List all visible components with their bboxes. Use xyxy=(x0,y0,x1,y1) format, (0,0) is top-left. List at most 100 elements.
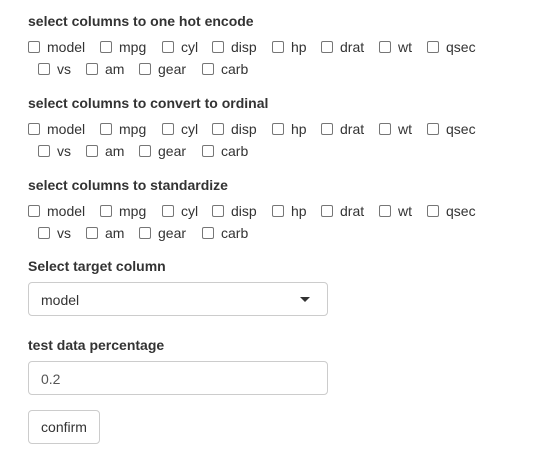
checkbox-label: vs xyxy=(57,61,71,77)
checkbox-box[interactable] xyxy=(427,41,439,53)
onehot-checkbox-drat[interactable]: drat xyxy=(321,38,364,56)
onehot-checkbox-hp[interactable]: hp xyxy=(272,38,307,56)
checkbox-box[interactable] xyxy=(272,123,284,135)
ordinal-checkbox-cyl[interactable]: cyl xyxy=(162,120,198,138)
onehot-checkbox-model[interactable]: model xyxy=(28,38,85,56)
checkbox-box[interactable] xyxy=(38,227,50,239)
ordinal-checkbox-disp[interactable]: disp xyxy=(212,120,257,138)
onehot-checkbox-am[interactable]: am xyxy=(86,60,124,78)
checkbox-label: cyl xyxy=(181,39,199,55)
checkbox-box[interactable] xyxy=(212,205,224,217)
standardize-checkbox-drat[interactable]: drat xyxy=(321,202,364,220)
checkbox-box[interactable] xyxy=(28,41,40,53)
onehot-checkbox-cyl[interactable]: cyl xyxy=(162,38,198,56)
standardize-checkbox-wt[interactable]: wt xyxy=(379,202,412,220)
onehot-row-1: model mpg cyl disp hp drat wt qsec xyxy=(28,38,508,56)
standardize-group: select columns to standardize model mpg … xyxy=(28,177,528,247)
ordinal-checkbox-am[interactable]: am xyxy=(86,142,124,160)
ordinal-checkbox-gear[interactable]: gear xyxy=(139,142,186,160)
ordinal-checkbox-drat[interactable]: drat xyxy=(321,120,364,138)
checkbox-label: disp xyxy=(231,39,257,55)
checkbox-label: qsec xyxy=(446,203,476,219)
standardize-row-2: vs am gear carb xyxy=(38,224,278,242)
onehot-checkbox-disp[interactable]: disp xyxy=(212,38,257,56)
checkbox-box[interactable] xyxy=(379,205,391,217)
checkbox-label: carb xyxy=(221,61,249,77)
checkbox-box[interactable] xyxy=(86,227,98,239)
checkbox-box[interactable] xyxy=(100,41,112,53)
checkbox-box[interactable] xyxy=(321,205,333,217)
checkbox-box[interactable] xyxy=(212,41,224,53)
ordinal-checkbox-carb[interactable]: carb xyxy=(202,142,248,160)
onehot-checkbox-carb[interactable]: carb xyxy=(202,60,248,78)
standardize-label: select columns to standardize xyxy=(28,177,228,193)
target-column-select[interactable]: model xyxy=(28,282,328,316)
checkbox-label: model xyxy=(47,203,86,219)
standardize-checkbox-disp[interactable]: disp xyxy=(212,202,257,220)
standardize-checkbox-carb[interactable]: carb xyxy=(202,224,248,242)
standardize-checkbox-am[interactable]: am xyxy=(86,224,124,242)
checkbox-box[interactable] xyxy=(162,123,174,135)
checkbox-box[interactable] xyxy=(321,41,333,53)
ordinal-row-2: vs am gear carb xyxy=(38,142,278,160)
onehot-checkbox-vs[interactable]: vs xyxy=(38,60,71,78)
checkbox-box[interactable] xyxy=(38,63,50,75)
ordinal-checkbox-model[interactable]: model xyxy=(28,120,85,138)
checkbox-box[interactable] xyxy=(38,145,50,157)
checkbox-label: wt xyxy=(398,121,412,137)
checkbox-box[interactable] xyxy=(28,123,40,135)
checkbox-label: qsec xyxy=(446,121,476,137)
ordinal-checkbox-wt[interactable]: wt xyxy=(379,120,412,138)
onehot-checkbox-mpg[interactable]: mpg xyxy=(100,38,146,56)
checkbox-label: gear xyxy=(158,143,187,159)
ordinal-checkbox-hp[interactable]: hp xyxy=(272,120,307,138)
ordinal-checkbox-mpg[interactable]: mpg xyxy=(100,120,146,138)
standardize-checkbox-gear[interactable]: gear xyxy=(139,224,186,242)
checkbox-box[interactable] xyxy=(202,145,214,157)
checkbox-box[interactable] xyxy=(202,227,214,239)
confirm-button-label: confirm xyxy=(41,419,87,435)
confirm-button[interactable]: confirm xyxy=(28,410,100,444)
standardize-checkbox-hp[interactable]: hp xyxy=(272,202,307,220)
checkbox-box[interactable] xyxy=(100,123,112,135)
checkbox-box[interactable] xyxy=(139,227,151,239)
checkbox-label: gear xyxy=(158,225,187,241)
onehot-row-2: vs am gear carb xyxy=(38,60,278,78)
standardize-checkbox-mpg[interactable]: mpg xyxy=(100,202,146,220)
checkbox-box[interactable] xyxy=(86,63,98,75)
checkbox-box[interactable] xyxy=(321,123,333,135)
standardize-checkbox-vs[interactable]: vs xyxy=(38,224,71,242)
checkbox-box[interactable] xyxy=(202,63,214,75)
onehot-label: select columns to one hot encode xyxy=(28,13,254,29)
onehot-checkbox-wt[interactable]: wt xyxy=(379,38,412,56)
checkbox-box[interactable] xyxy=(100,205,112,217)
checkbox-box[interactable] xyxy=(379,41,391,53)
standardize-checkbox-qsec[interactable]: qsec xyxy=(427,202,476,220)
onehot-checkbox-qsec[interactable]: qsec xyxy=(427,38,476,56)
checkbox-label: wt xyxy=(398,203,412,219)
ordinal-checkbox-qsec[interactable]: qsec xyxy=(427,120,476,138)
target-column-value: model xyxy=(41,292,80,308)
test-percentage-input[interactable]: 0.2 xyxy=(28,361,328,395)
checkbox-box[interactable] xyxy=(139,145,151,157)
checkbox-box[interactable] xyxy=(162,41,174,53)
checkbox-label: mpg xyxy=(119,39,147,55)
standardize-checkbox-model[interactable]: model xyxy=(28,202,85,220)
ordinal-row-1: model mpg cyl disp hp drat wt qsec xyxy=(28,120,508,138)
checkbox-box[interactable] xyxy=(379,123,391,135)
checkbox-box[interactable] xyxy=(272,205,284,217)
checkbox-box[interactable] xyxy=(427,123,439,135)
checkbox-box[interactable] xyxy=(427,205,439,217)
standardize-checkbox-cyl[interactable]: cyl xyxy=(162,202,198,220)
ordinal-checkbox-vs[interactable]: vs xyxy=(38,142,71,160)
onehot-group: select columns to one hot encode model m… xyxy=(28,13,528,83)
checkbox-label: wt xyxy=(398,39,412,55)
onehot-checkbox-gear[interactable]: gear xyxy=(139,60,186,78)
checkbox-box[interactable] xyxy=(212,123,224,135)
checkbox-label: drat xyxy=(340,121,365,137)
checkbox-box[interactable] xyxy=(28,205,40,217)
checkbox-box[interactable] xyxy=(162,205,174,217)
checkbox-box[interactable] xyxy=(139,63,151,75)
checkbox-box[interactable] xyxy=(86,145,98,157)
checkbox-box[interactable] xyxy=(272,41,284,53)
